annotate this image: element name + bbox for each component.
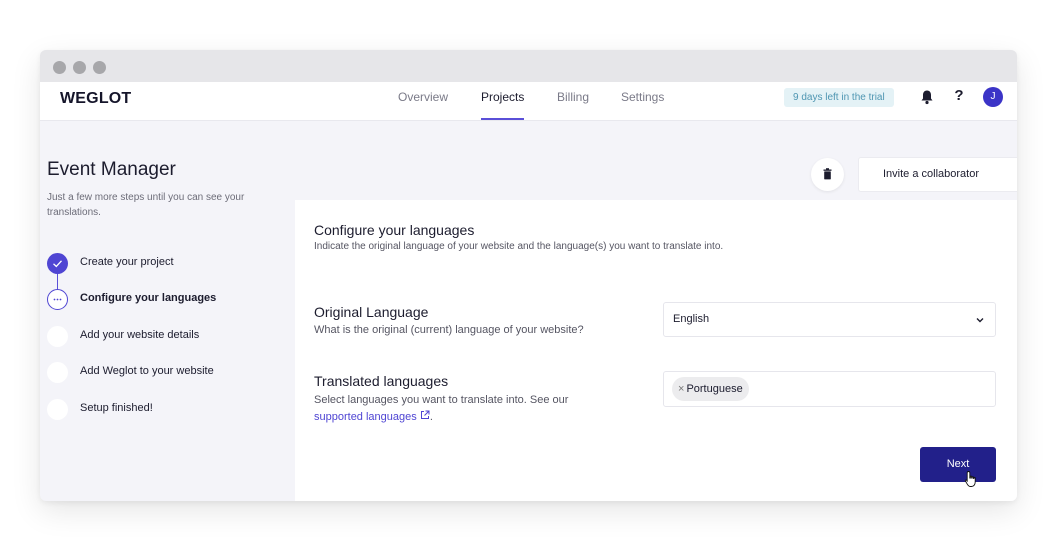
step-label: Add your website details <box>80 329 200 341</box>
selected-language: English <box>673 313 710 325</box>
nav-projects[interactable]: Projects <box>481 82 525 120</box>
description-period: . <box>429 411 433 423</box>
pending-step-icon <box>47 326 68 347</box>
translated-description-text: Select languages you want to translate i… <box>314 394 569 406</box>
card-title: Configure your languages <box>314 222 475 238</box>
pending-step-icon <box>47 399 68 420</box>
trial-badge[interactable]: 9 days left in the trial <box>784 88 894 107</box>
step-label: Configure your languages <box>80 292 217 304</box>
page-title: Event Manager <box>47 159 176 180</box>
browser-window: WEGLOT Overview Projects Billing Setting… <box>40 50 1017 501</box>
hand-cursor-icon <box>964 471 976 487</box>
translated-languages-title: Translated languages <box>314 373 449 389</box>
ellipsis-icon <box>47 289 68 310</box>
window-maximize-dot[interactable] <box>93 61 106 74</box>
translated-languages-description: Select languages you want to translate i… <box>314 392 614 426</box>
original-language-title: Original Language <box>314 304 429 320</box>
nav-settings[interactable]: Settings <box>621 82 664 120</box>
top-navigation-bar: WEGLOT Overview Projects Billing Setting… <box>40 82 1017 121</box>
weglot-logo[interactable]: WEGLOT <box>60 90 131 108</box>
step-label: Create your project <box>80 256 174 268</box>
help-icon[interactable]: ? <box>952 87 966 104</box>
invite-collaborator-button[interactable]: Invite a collaborator <box>858 157 1017 192</box>
check-icon <box>47 253 68 274</box>
step-label: Add Weglot to your website <box>80 365 214 377</box>
nav-overview[interactable]: Overview <box>398 82 448 120</box>
pending-step-icon <box>47 362 68 383</box>
next-button[interactable]: Next <box>920 447 996 482</box>
window-titlebar <box>40 50 1017 82</box>
remove-tag-icon[interactable]: × <box>678 383 684 395</box>
configure-languages-card: Configure your languages Indicate the or… <box>295 200 1017 501</box>
supported-languages-link[interactable]: supported languages <box>314 411 417 423</box>
original-language-description: What is the original (current) language … <box>314 324 584 336</box>
delete-project-button[interactable] <box>811 158 844 191</box>
chevron-down-icon <box>976 318 984 323</box>
card-subtitle: Indicate the original language of your w… <box>314 241 724 252</box>
nav-billing[interactable]: Billing <box>557 82 589 120</box>
bell-icon[interactable] <box>920 89 934 105</box>
window-minimize-dot[interactable] <box>73 61 86 74</box>
original-language-select[interactable]: English <box>663 302 996 337</box>
step-label: Setup finished! <box>80 402 153 414</box>
trash-icon <box>823 168 832 180</box>
language-tag-portuguese: × Portuguese <box>672 377 749 401</box>
user-avatar[interactable]: J <box>983 87 1003 107</box>
translated-languages-input[interactable]: × Portuguese <box>663 371 996 407</box>
page-subtitle: Just a few more steps until you can see … <box>47 192 245 218</box>
tag-label: Portuguese <box>686 383 743 395</box>
window-close-dot[interactable] <box>53 61 66 74</box>
external-link-icon[interactable] <box>420 410 430 420</box>
